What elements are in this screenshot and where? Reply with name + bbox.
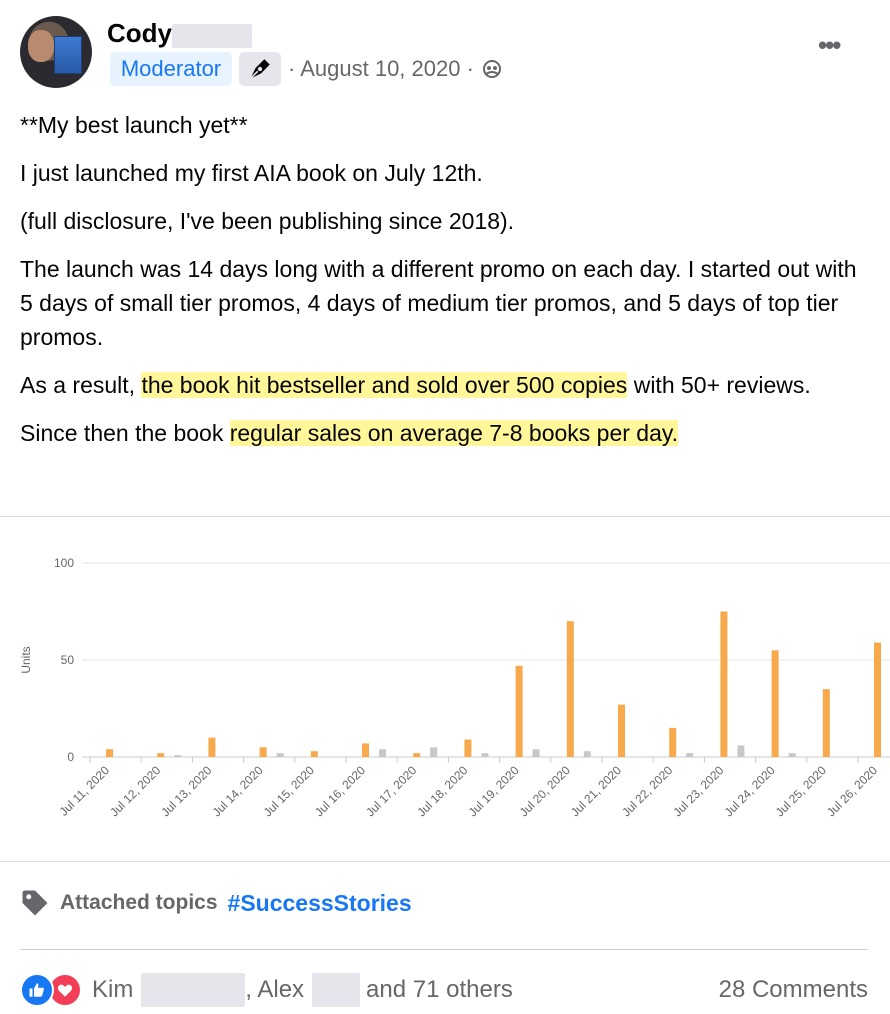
redacted-name (312, 973, 361, 1007)
reactions-bar[interactable]: Kim , Alex and 71 others (20, 970, 513, 1010)
avatar-face (28, 30, 54, 62)
x-tick-label: Jul 18, 2020 (414, 763, 470, 819)
post-paragraph: As a result, the book hit bestseller and… (20, 368, 870, 402)
highlighted-text: regular sales on average 7-8 books per d… (229, 420, 679, 446)
post-date[interactable]: · August 10, 2020 · (288, 56, 502, 82)
text-span: Since then the book (20, 420, 230, 446)
bar-orange (515, 665, 523, 757)
post-paragraph: I just launched my first AIA book on Jul… (20, 160, 483, 186)
x-tick-label: Jul 24, 2020 (722, 763, 778, 819)
x-tick-label: Jul 12, 2020 (107, 763, 163, 819)
y-tick-label: 0 (67, 750, 74, 764)
topic-link[interactable]: #SuccessStories (228, 890, 412, 917)
author-avatar[interactable] (20, 16, 92, 88)
others-count[interactable]: and 71 others (366, 976, 513, 1004)
text-span: with 50+ reviews. (627, 372, 811, 398)
bar-gray (430, 747, 438, 757)
x-tick-label: Jul 11, 2020 (57, 763, 113, 819)
bar-orange (822, 689, 830, 757)
x-tick-label: Jul 21, 2020 (568, 763, 624, 819)
bar-orange (208, 737, 216, 757)
bar-gray (583, 751, 591, 757)
x-tick-label: Jul 19, 2020 (466, 763, 522, 819)
date-text[interactable]: · August 10, 2020 · (288, 56, 474, 81)
topics-label: Attached topics (60, 891, 218, 914)
x-tick-label: Jul 13, 2020 (158, 763, 214, 819)
x-tick-label: Jul 22, 2020 (619, 763, 675, 819)
avatar-book (54, 36, 82, 74)
bar-gray (686, 753, 694, 757)
bar-gray (737, 745, 745, 757)
bar-orange (413, 753, 421, 757)
comments-count[interactable]: 28 Comments (719, 976, 868, 1004)
bar-orange (106, 749, 113, 757)
bar-gray (379, 749, 386, 757)
chart-svg: 050100UnitsJul 11, 2020Jul 12, 2020Jul 1… (19, 556, 890, 819)
bar-orange (669, 727, 677, 757)
attached-topics: Attached topics #SuccessStories (20, 888, 412, 918)
bar-orange (157, 753, 165, 757)
more-options-icon[interactable]: ••• (818, 30, 841, 61)
bar-orange (618, 704, 625, 757)
bar-orange (771, 650, 779, 757)
divider (20, 949, 868, 950)
bar-orange (566, 621, 574, 757)
x-tick-label: Jul 14, 2020 (210, 763, 266, 819)
x-tick-label: Jul 20, 2020 (517, 763, 573, 819)
bar-orange (362, 743, 369, 757)
reactor-name[interactable]: Kim (92, 976, 133, 1004)
post-body: **My best launch yet** I just launched m… (20, 108, 870, 464)
bar-gray (276, 753, 284, 757)
post-paragraph: The launch was 14 days long with a diffe… (20, 256, 857, 350)
post-heading: **My best launch yet** (20, 112, 248, 138)
bar-orange (464, 739, 472, 757)
post-paragraph: Since then the book regular sales on ave… (20, 416, 870, 450)
y-axis-label: Units (19, 646, 33, 673)
redacted-name (141, 973, 246, 1007)
x-tick-label: Jul 16, 2020 (312, 763, 368, 819)
bar-gray (481, 753, 489, 757)
bar-gray (174, 755, 182, 757)
post-paragraph: (full disclosure, I've been publishing s… (20, 208, 515, 234)
x-tick-label: Jul 17, 2020 (363, 763, 419, 819)
y-tick-label: 100 (54, 556, 74, 570)
group-audience-icon (483, 60, 502, 78)
text-span: As a result, (20, 372, 142, 398)
moderator-badge[interactable]: Moderator (110, 52, 232, 86)
bar-orange (874, 642, 881, 757)
y-tick-label: 50 (61, 653, 75, 667)
x-tick-label: Jul 26, 2020 (824, 763, 880, 819)
like-icon (20, 973, 54, 1007)
sales-chart: 0 50 100 Units Jul 11, 2020 Jul 12, 2020 Jul 1… (0, 516, 890, 862)
bar-gray (532, 749, 540, 757)
x-tick-label: Jul 25, 2020 (773, 763, 829, 819)
bar-orange (310, 751, 318, 757)
pen-badge[interactable] (239, 52, 281, 86)
reactor-name[interactable]: , Alex (245, 976, 304, 1004)
pen-nib-icon (249, 59, 270, 80)
bar-orange (720, 611, 728, 757)
x-tick-label: Jul 15, 2020 (261, 763, 317, 819)
redacted-surname (172, 24, 252, 48)
x-tick-label: Jul 23, 2020 (670, 763, 726, 819)
highlighted-text: the book hit bestseller and sold over 50… (141, 372, 628, 398)
tag-icon (22, 890, 48, 916)
author-name[interactable]: Cody (107, 18, 172, 49)
bar-gray (788, 753, 796, 757)
bar-orange (259, 747, 267, 757)
